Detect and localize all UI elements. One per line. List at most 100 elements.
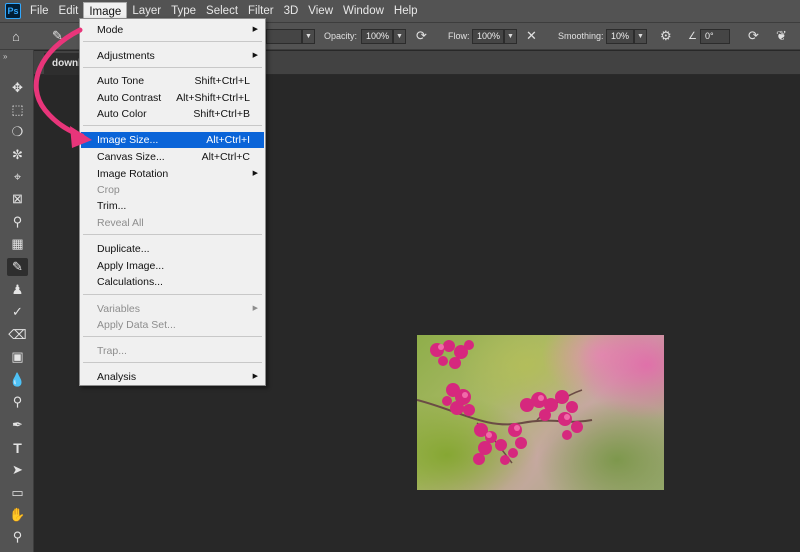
collapse-icon[interactable]: »	[3, 52, 7, 61]
airbrush-button[interactable]: ✕	[526, 23, 537, 49]
eraser-tool[interactable]: ⌫	[7, 326, 28, 344]
crop-tool[interactable]: ⌖	[7, 168, 28, 186]
history-brush-tool[interactable]: ✓	[7, 303, 28, 321]
mode-dropdown[interactable]: ▼	[266, 23, 315, 49]
menu-item-analysis[interactable]: Analysis ▶	[81, 369, 264, 385]
mode-field[interactable]	[266, 28, 302, 44]
flow-control[interactable]: 100% ▼	[472, 23, 517, 49]
flow-input[interactable]: 100%	[472, 28, 504, 44]
menu-item-mode[interactable]: Mode ▶	[81, 22, 264, 38]
menu-item-label: Image Size...	[97, 134, 159, 146]
healing-brush-tool[interactable]: ▦	[7, 235, 28, 253]
home-button[interactable]: ⌂	[12, 23, 20, 49]
menu-file[interactable]: File	[25, 2, 54, 20]
chevron-down-icon[interactable]: ▼	[393, 28, 406, 44]
menu-item-shortcut: Alt+Ctrl+C	[201, 151, 250, 163]
pressure-opacity-button[interactable]: ⟳	[416, 23, 427, 49]
submenu-arrow-icon: ▶	[252, 170, 258, 177]
blur-tool[interactable]: 💧	[7, 371, 28, 389]
opacity-control[interactable]: 100% ▼	[361, 23, 406, 49]
menu-item-image-rotation[interactable]: Image Rotation ▶	[81, 166, 264, 182]
type-tool[interactable]: T	[7, 439, 28, 457]
menu-item-variables: Variables ▶	[81, 301, 264, 317]
brush-icon: ✎	[12, 259, 23, 274]
menu-item-label: Adjustments	[97, 50, 155, 62]
smoothing-control[interactable]: 10% ▼	[606, 23, 647, 49]
chevron-down-icon[interactable]: ▼	[634, 28, 647, 44]
menu-item-auto-contrast[interactable]: Auto Contrast Alt+Shift+Ctrl+L	[81, 90, 264, 106]
path-selection-tool[interactable]: ➤	[7, 461, 28, 479]
menu-item-crop: Crop	[81, 182, 264, 198]
pressure-size-button[interactable]: ⟳	[748, 23, 759, 49]
menu-item-shortcut: Shift+Ctrl+L	[194, 75, 250, 87]
brush-preset-button[interactable]: ✎	[52, 23, 63, 49]
menu-view[interactable]: View	[303, 2, 338, 20]
chevron-down-icon[interactable]: ▼	[302, 28, 315, 44]
rectangle-icon: ▭	[11, 485, 24, 500]
arrow-pointer-icon: ➤	[12, 462, 23, 477]
flower-illustration	[417, 340, 593, 465]
menu-item-label: Auto Tone	[97, 75, 145, 87]
frame-tool[interactable]: ⊠	[7, 190, 28, 208]
menu-separator	[83, 41, 262, 42]
smoothing-settings-button[interactable]: ⚙	[660, 23, 672, 49]
toolbox: » ✥ ⬚ ❍ ✼ ⌖ ⊠ ⚲ ▦ ✎ ♟ ✓ ⌫ ▣ 💧 ⚲ ✒ T ➤ ▭ …	[0, 50, 34, 552]
menu-separator	[83, 294, 262, 295]
eyedropper-tool[interactable]: ⚲	[7, 213, 28, 231]
brush-tool[interactable]: ✎	[7, 258, 28, 276]
menu-help[interactable]: Help	[389, 2, 423, 20]
clone-stamp-tool[interactable]: ♟	[7, 281, 28, 299]
menu-item-duplicate[interactable]: Duplicate...	[81, 241, 264, 257]
angle-input[interactable]: 0°	[699, 28, 730, 44]
move-tool[interactable]: ✥	[7, 79, 28, 97]
lasso-tool[interactable]: ❍	[7, 123, 28, 141]
quick-selection-tool[interactable]: ✼	[7, 146, 28, 164]
menu-item-shortcut: Alt+Ctrl+I	[206, 134, 250, 146]
blur-drop-icon: 💧	[9, 372, 26, 387]
stamp-icon: ♟	[11, 282, 24, 297]
menu-window[interactable]: Window	[338, 2, 389, 20]
menu-3d[interactable]: 3D	[279, 2, 304, 20]
angle-control[interactable]: ∠ 0°	[688, 23, 730, 49]
pen-icon: ✒	[12, 417, 23, 432]
menu-item-auto-tone[interactable]: Auto Tone Shift+Ctrl+L	[81, 73, 264, 89]
pressure-size-icon: ⟳	[748, 28, 759, 43]
submenu-arrow-icon: ▶	[252, 373, 258, 380]
zoom-icon: ⚲	[12, 529, 23, 544]
zoom-tool[interactable]: ⚲	[7, 528, 28, 546]
gradient-tool[interactable]: ▣	[7, 348, 28, 366]
menu-item-image-size[interactable]: Image Size... Alt+Ctrl+I	[81, 132, 264, 148]
menu-item-label: Trim...	[97, 200, 127, 212]
dodge-tool[interactable]: ⚲	[7, 393, 28, 411]
hand-tool[interactable]: ✋	[7, 506, 28, 524]
opacity-input[interactable]: 100%	[361, 28, 393, 44]
airbrush-icon: ✕	[526, 28, 537, 43]
image-menu-dropdown: Mode ▶ Adjustments ▶ Auto Tone Shift+Ctr…	[79, 18, 266, 386]
rectangle-tool[interactable]: ▭	[7, 484, 28, 502]
document-photo[interactable]	[417, 335, 664, 490]
crop-icon: ⌖	[13, 169, 22, 184]
smoothing-input[interactable]: 10%	[606, 28, 634, 44]
submenu-arrow-icon: ▶	[252, 305, 258, 312]
menu-item-adjustments[interactable]: Adjustments ▶	[81, 48, 264, 64]
menu-item-label: Canvas Size...	[97, 151, 165, 163]
menu-item-calculations[interactable]: Calculations...	[81, 274, 264, 290]
marquee-icon: ⬚	[11, 102, 24, 117]
menu-item-canvas-size[interactable]: Canvas Size... Alt+Ctrl+C	[81, 149, 264, 165]
menu-item-label: Auto Contrast	[97, 92, 162, 104]
eraser-icon: ⌫	[8, 327, 27, 342]
menu-item-label: Apply Image...	[97, 260, 165, 272]
home-icon: ⌂	[12, 28, 20, 44]
flow-label: Flow:	[448, 31, 470, 41]
menu-item-auto-color[interactable]: Auto Color Shift+Ctrl+B	[81, 106, 264, 122]
symmetry-button[interactable]: ❦	[776, 23, 787, 49]
menu-item-trim[interactable]: Trim...	[81, 198, 264, 214]
menu-item-apply-image[interactable]: Apply Image...	[81, 258, 264, 274]
move-icon: ✥	[12, 80, 23, 95]
chevron-down-icon[interactable]: ▼	[504, 28, 517, 44]
pen-tool[interactable]: ✒	[7, 416, 28, 434]
marquee-tool[interactable]: ⬚	[7, 101, 28, 119]
menu-item-label: Calculations...	[97, 276, 163, 288]
history-brush-icon: ✓	[12, 304, 23, 319]
pressure-opacity-icon: ⟳	[416, 28, 427, 43]
